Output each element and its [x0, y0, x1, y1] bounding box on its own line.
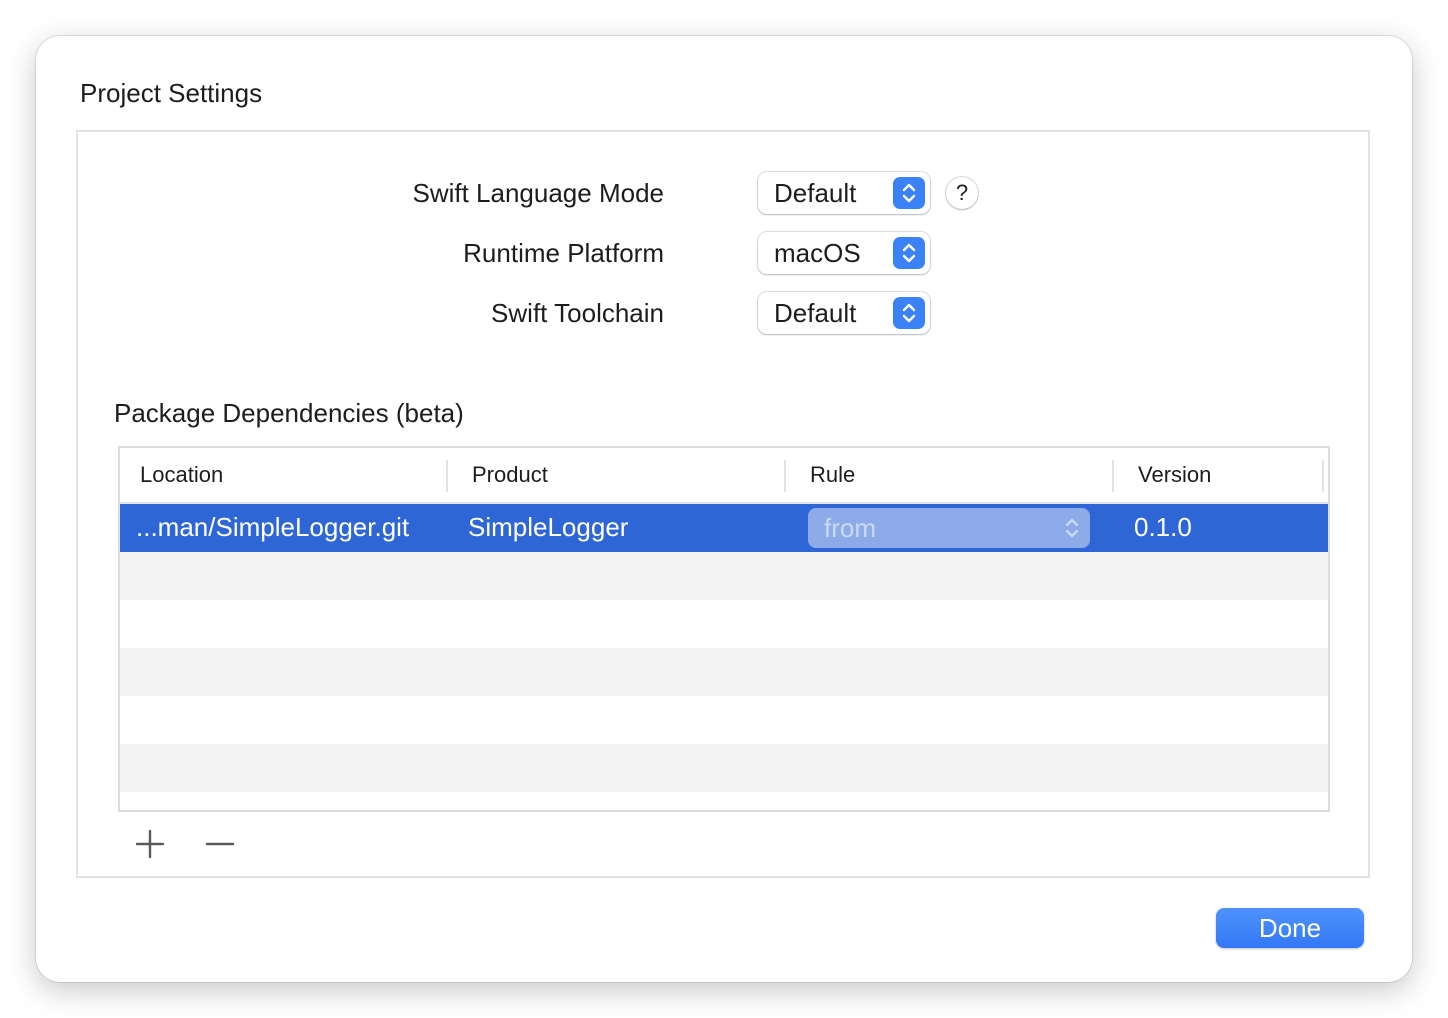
column-divider[interactable]	[1112, 460, 1114, 492]
swift-language-mode-label: Swift Language Mode	[412, 178, 664, 208]
empty-table-row	[120, 744, 1328, 792]
package-dependencies-title: Package Dependencies (beta)	[114, 398, 464, 428]
up-down-chevron-icon	[893, 177, 925, 209]
empty-table-row	[120, 600, 1328, 648]
swift-toolchain-label: Swift Toolchain	[491, 298, 664, 328]
done-button[interactable]: Done	[1216, 908, 1364, 948]
help-button[interactable]: ?	[946, 177, 978, 209]
remove-dependency-button[interactable]	[200, 824, 240, 864]
column-header-location[interactable]: Location	[140, 462, 223, 488]
runtime-platform-popup[interactable]: macOS	[758, 232, 930, 274]
version-cell[interactable]: 0.1.0	[1134, 512, 1192, 543]
swift-language-mode-popup[interactable]: Default	[758, 172, 930, 214]
dependencies-table: Location Product Rule Version ...man/Sim…	[118, 446, 1330, 812]
column-header-product[interactable]: Product	[472, 462, 548, 488]
rule-popup[interactable]: from	[808, 508, 1090, 548]
rule-value: from	[824, 513, 876, 543]
runtime-platform-label: Runtime Platform	[463, 238, 664, 268]
column-header-version[interactable]: Version	[1138, 462, 1211, 488]
product-cell[interactable]: SimpleLogger	[468, 512, 628, 543]
up-down-chevron-icon	[1064, 516, 1080, 545]
table-row[interactable]: ...man/SimpleLogger.git SimpleLogger fro…	[120, 504, 1328, 552]
empty-table-row	[120, 648, 1328, 696]
up-down-chevron-icon	[893, 237, 925, 269]
runtime-platform-value: macOS	[774, 238, 861, 268]
minus-icon	[205, 842, 235, 846]
swift-language-mode-value: Default	[774, 178, 857, 208]
plus-icon	[135, 829, 165, 859]
dialog-title: Project Settings	[80, 78, 263, 108]
column-divider[interactable]	[446, 460, 448, 492]
swift-toolchain-value: Default	[774, 298, 857, 328]
column-header-rule[interactable]: Rule	[810, 462, 855, 488]
up-down-chevron-icon	[893, 297, 925, 329]
add-dependency-button[interactable]	[130, 824, 170, 864]
empty-table-row	[120, 696, 1328, 744]
table-header: Location Product Rule Version	[120, 448, 1328, 504]
swift-toolchain-popup[interactable]: Default	[758, 292, 930, 334]
empty-table-row	[120, 552, 1328, 600]
column-divider[interactable]	[784, 460, 786, 492]
project-settings-dialog: Project Settings Swift Language Mode Def…	[36, 36, 1412, 982]
column-divider[interactable]	[1322, 460, 1324, 492]
settings-group-box: Swift Language Mode Default ? Runtime Pl…	[76, 130, 1370, 878]
location-cell[interactable]: ...man/SimpleLogger.git	[136, 512, 409, 543]
